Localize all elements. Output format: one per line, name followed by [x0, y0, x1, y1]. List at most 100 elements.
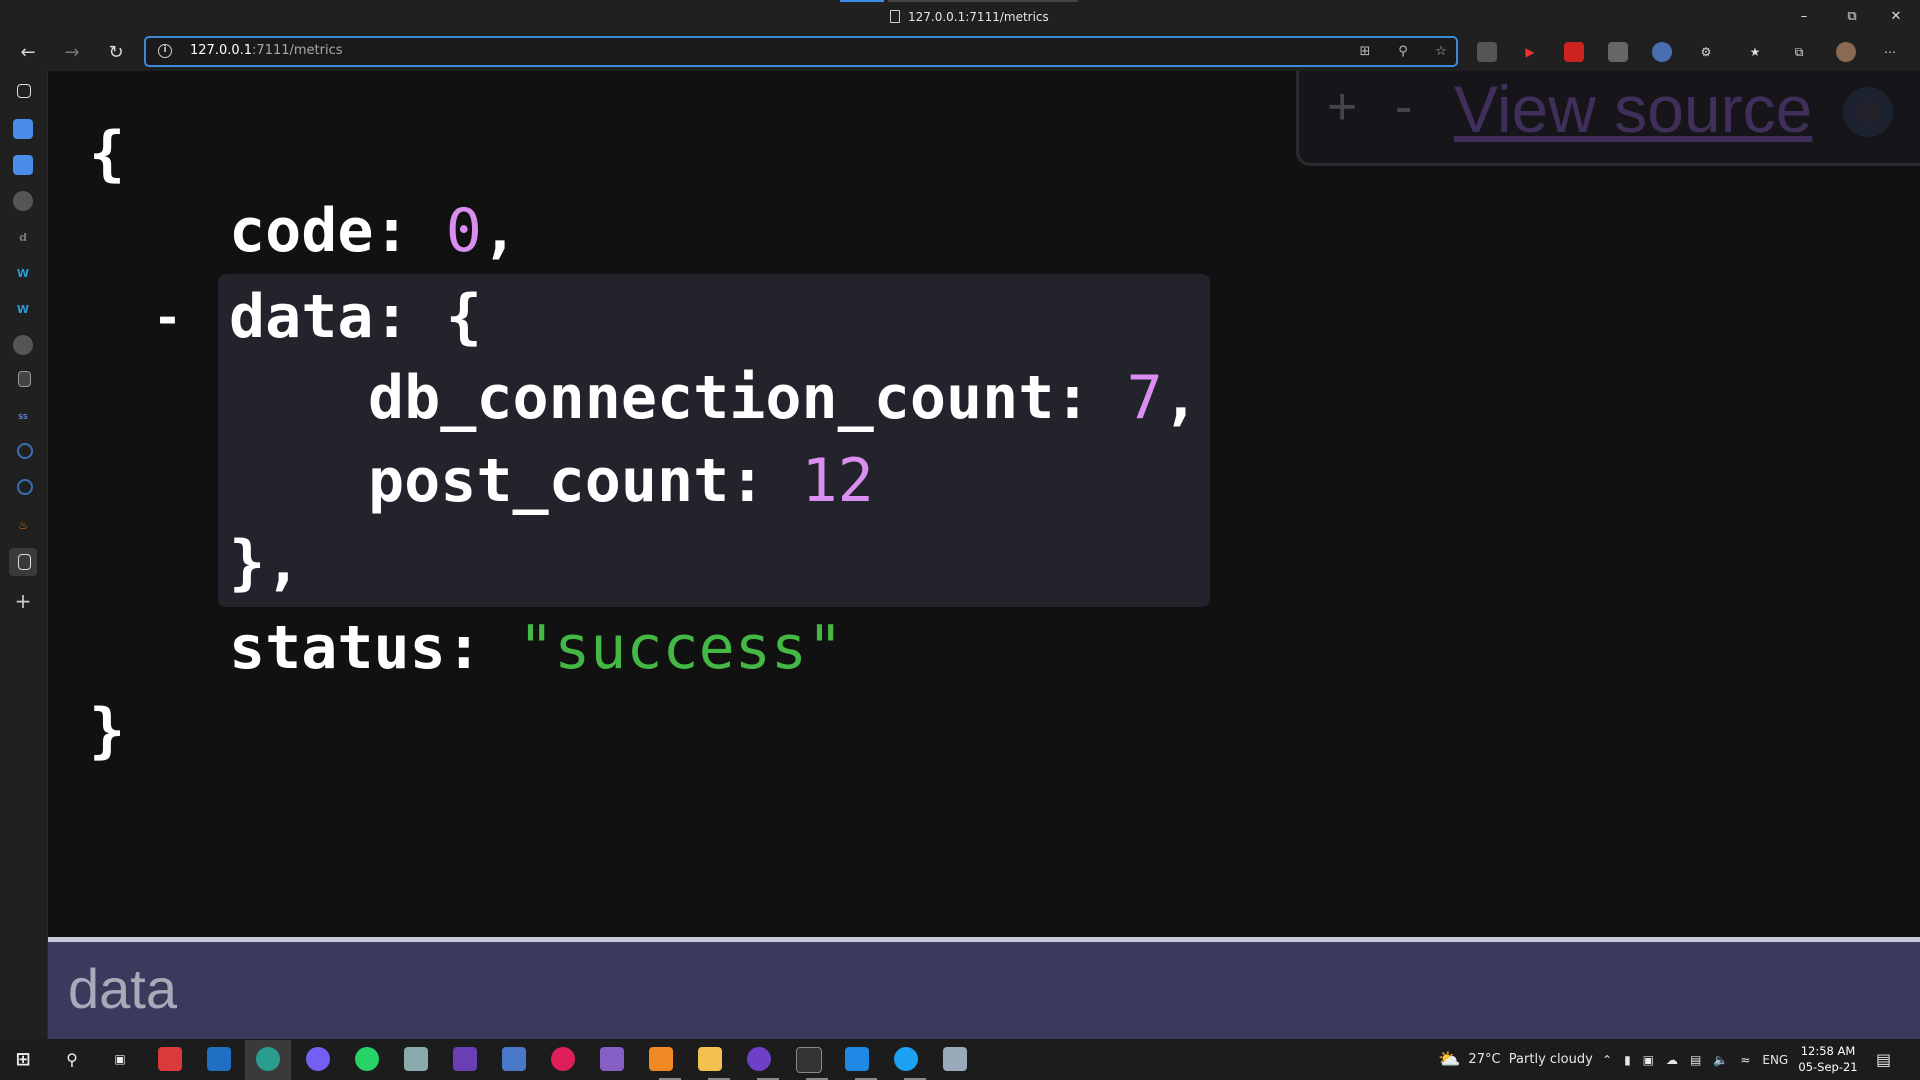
app-icon[interactable] — [404, 1047, 428, 1071]
url-text[interactable]: 127.0.0.1:7111/metrics — [190, 43, 343, 58]
json-path-bar: data — [48, 937, 1920, 1039]
zoom-out-button[interactable]: - — [1395, 77, 1412, 137]
data-close-brace: }, — [229, 528, 302, 598]
github-desktop-icon[interactable] — [747, 1047, 771, 1071]
vertical-tabs-sidebar: d W W SS ♨ + — [0, 71, 48, 1039]
remote-desktop-icon[interactable] — [502, 1047, 526, 1071]
zoom-icon[interactable]: ⚲ — [1394, 43, 1412, 61]
zoom-in-button[interactable]: + — [1327, 77, 1357, 137]
vscode-icon[interactable] — [845, 1047, 869, 1071]
windows-start-icon[interactable]: ⊞ — [11, 1047, 35, 1071]
clock-time: 12:58 AM — [1800, 1044, 1856, 1058]
camera-icon[interactable] — [1608, 42, 1628, 62]
collections-icon[interactable]: ⧉ — [1789, 42, 1809, 62]
weather-widget[interactable]: ⛅ 27°C Partly cloudy — [1438, 1039, 1593, 1080]
json-path-text: data — [68, 957, 177, 1020]
document-icon — [18, 554, 31, 570]
security-icon[interactable]: ▣ — [1643, 1053, 1654, 1067]
document-icon — [890, 10, 900, 23]
back-button[interactable]: ← — [13, 37, 43, 67]
visual-studio-2-icon[interactable] — [600, 1047, 624, 1071]
extension-icon-1[interactable] — [1477, 42, 1497, 62]
network-icon[interactable]: ▤ — [1690, 1053, 1701, 1067]
outlook-icon[interactable] — [207, 1047, 231, 1071]
post-count-line: post_count: 12 — [368, 446, 874, 516]
tab-actions-icon[interactable] — [17, 84, 31, 98]
status-key: status: — [229, 613, 482, 683]
extension-icon-2[interactable]: ▶ — [1520, 42, 1540, 62]
site-info-icon[interactable]: i — [158, 44, 172, 58]
tab-indicator — [840, 0, 884, 2]
terminal-icon[interactable] — [796, 1047, 822, 1073]
sidebar-tab-edge-1[interactable] — [17, 443, 33, 459]
app-available-icon[interactable]: ⊞ — [1356, 43, 1374, 61]
anydesk-icon[interactable] — [158, 1047, 182, 1071]
close-button[interactable]: ✕ — [1874, 0, 1918, 33]
language-indicator[interactable]: ENG — [1762, 1053, 1788, 1067]
app-icon-2[interactable] — [943, 1047, 967, 1071]
viber-icon[interactable] — [306, 1047, 330, 1071]
tab-title-text: 127.0.0.1:7111/metrics — [908, 9, 1049, 24]
github-icon[interactable] — [13, 335, 33, 355]
db-connection-count-value: 7 — [1126, 363, 1163, 433]
task-view-icon[interactable]: ▣ — [108, 1047, 132, 1071]
edge-icon[interactable] — [256, 1047, 280, 1071]
chevron-up-icon[interactable]: ⌃ — [1602, 1053, 1612, 1067]
new-tab-icon[interactable]: + — [13, 589, 33, 613]
close-brace: } — [89, 696, 126, 766]
visual-studio-icon[interactable] — [453, 1047, 477, 1071]
sidebar-tab-d[interactable]: d — [13, 227, 33, 247]
code-key: code: — [229, 196, 410, 266]
data-open-brace: { — [445, 282, 482, 352]
sidebar-tab-w-1[interactable]: W — [13, 263, 33, 283]
wifi-icon[interactable]: ≈ — [1740, 1053, 1750, 1067]
onedrive-icon[interactable]: ☁ — [1666, 1053, 1678, 1067]
extension-icon-5[interactable] — [1652, 42, 1672, 62]
sidebar-tab-small[interactable]: SS — [13, 407, 33, 427]
sidebar-tab-docs-2[interactable] — [13, 155, 33, 175]
java-icon[interactable]: ♨ — [13, 515, 33, 535]
battery-icon[interactable]: ▮ — [1624, 1053, 1631, 1067]
extensions-icon[interactable]: ⚙ — [1696, 42, 1716, 62]
restore-button[interactable]: ⧉ — [1830, 0, 1874, 33]
tab-title[interactable]: 127.0.0.1:7111/metrics — [890, 0, 1049, 33]
file-explorer-icon[interactable] — [698, 1047, 722, 1071]
collapse-toggle[interactable]: - — [153, 290, 182, 346]
settings-gear-icon[interactable] — [1839, 83, 1897, 141]
post-count-key: post_count: — [368, 446, 766, 516]
volume-icon[interactable]: 🔈 — [1713, 1053, 1728, 1067]
system-tray: ⌃ ▮ ▣ ☁ ▤ 🔈 ≈ ENG — [1602, 1039, 1788, 1080]
favorites-icon[interactable]: ★ — [1745, 42, 1765, 62]
search-icon[interactable]: ⚲ — [60, 1047, 84, 1071]
partly-cloudy-icon: ⛅ — [1438, 1049, 1461, 1070]
clock[interactable]: 12:58 AM 05-Sep-21 — [1796, 1043, 1860, 1075]
add-favorite-icon[interactable]: ☆ — [1432, 43, 1450, 61]
whatsapp-icon[interactable] — [355, 1047, 379, 1071]
sublime-text-icon[interactable] — [649, 1047, 673, 1071]
open-brace: { — [89, 119, 126, 189]
weather-text: 27°C Partly cloudy — [1468, 1052, 1593, 1067]
sidebar-tab-edge-2[interactable] — [17, 479, 33, 495]
db-connection-count-key: db_connection_count: — [368, 363, 1091, 433]
address-bar[interactable]: i 127.0.0.1:7111/metrics ⊞ ⚲ ☆ — [144, 36, 1458, 67]
forward-button[interactable]: → — [57, 37, 87, 67]
sidebar-tab-w-2[interactable]: W — [13, 299, 33, 319]
refresh-button[interactable]: ↻ — [101, 37, 131, 67]
extension-icon-3[interactable] — [1564, 42, 1584, 62]
sidebar-tab-docs-1[interactable] — [13, 119, 33, 139]
title-bar: 127.0.0.1:7111/metrics – ⧉ ✕ — [0, 0, 1920, 33]
docker-icon[interactable] — [894, 1047, 918, 1071]
db-connection-count-line: db_connection_count: 7, — [368, 363, 1199, 433]
post-count-value: 12 — [801, 446, 874, 516]
sidebar-tab-file[interactable] — [18, 371, 31, 387]
json-viewer: { code: 0, - data: { db_connection_count… — [48, 71, 1920, 937]
notifications-icon[interactable]: ▤ — [1876, 1039, 1891, 1080]
github-icon[interactable] — [13, 191, 33, 211]
more-menu-icon[interactable]: ⋯ — [1880, 42, 1900, 62]
code-line: code: 0, — [229, 196, 518, 266]
minimize-button[interactable]: – — [1782, 0, 1826, 33]
view-source-link[interactable]: View source — [1454, 71, 1812, 147]
data-line[interactable]: data: { — [229, 282, 482, 352]
slack-icon[interactable] — [551, 1047, 575, 1071]
profile-avatar[interactable] — [1836, 42, 1856, 62]
